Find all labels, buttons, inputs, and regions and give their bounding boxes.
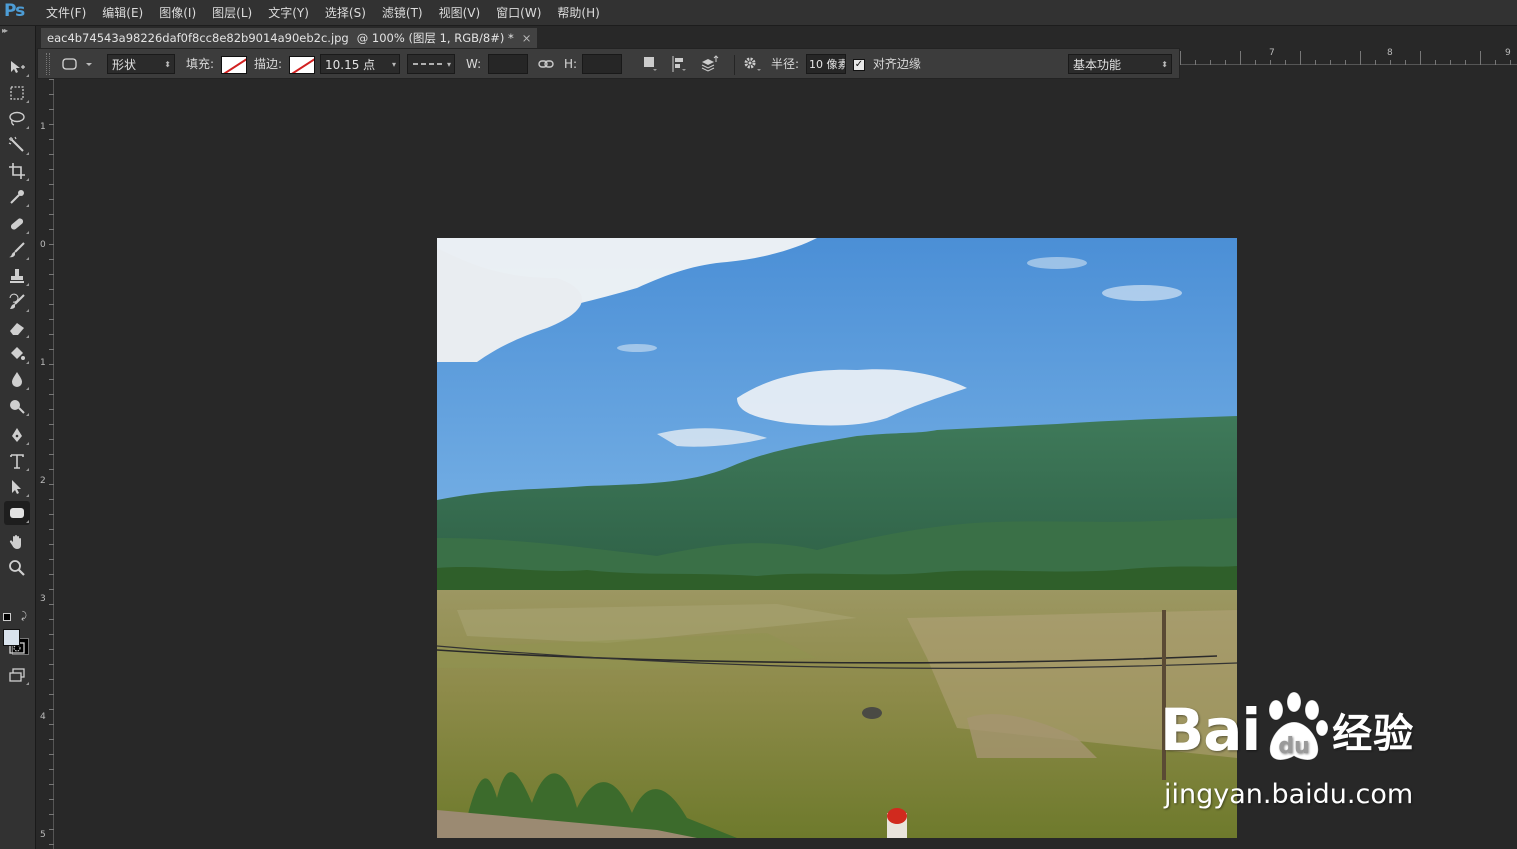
document-filename: eac4b74543a98226daf0f8cc8e82b9014a90eb2c… <box>47 31 349 45</box>
stroke-width-value: 10.15 点 <box>325 58 376 72</box>
align-edges-label: 对齐边缘 <box>872 57 921 71</box>
path-alignment-icon[interactable] <box>671 55 687 75</box>
pen-tool-icon[interactable] <box>4 423 30 447</box>
ruler-vertical: 1 0 1 2 3 4 5 <box>37 79 54 849</box>
geometry-options-gear-icon[interactable] <box>742 55 762 75</box>
menu-view[interactable]: 视图(V) <box>431 0 489 26</box>
ruler-label-1a: 1 <box>40 122 46 132</box>
align-edges-checkbox[interactable]: ✓ 对齐边缘 <box>853 54 921 74</box>
history-brush-tool-icon[interactable] <box>4 290 30 314</box>
ruler-label-1b: 1 <box>40 358 46 368</box>
menu-layer[interactable]: 图层(L) <box>204 0 260 26</box>
healing-brush-tool-icon[interactable] <box>4 212 30 236</box>
default-colors-icon[interactable] <box>3 613 11 621</box>
watermark-brand-left: Bai <box>1160 696 1261 764</box>
height-input[interactable] <box>582 54 622 74</box>
tool-mode-dropdown[interactable]: 形状 ⬍ <box>107 54 175 74</box>
watermark-brand-right: 经验 <box>1332 711 1415 757</box>
panel-collapse-icon[interactable]: ▸▸ <box>2 26 8 35</box>
baidu-paw-icon: du <box>1268 691 1329 761</box>
clone-stamp-tool-icon[interactable] <box>4 264 30 288</box>
magic-wand-tool-icon[interactable] <box>4 133 30 157</box>
ruler-horizontal: 7 8 9 <box>1180 48 1517 65</box>
ruler-label-5: 5 <box>40 830 46 840</box>
menu-items: 文件(F) 编辑(E) 图像(I) 图层(L) 文字(Y) 选择(S) 滤镜(T… <box>38 0 608 26</box>
brush-tool-icon[interactable] <box>4 238 30 262</box>
radius-label: 半径: <box>771 57 800 71</box>
dodge-tool-icon[interactable] <box>4 394 30 418</box>
width-input[interactable] <box>488 54 528 74</box>
tools-panel: ▸▸ ⤸ <box>0 26 36 849</box>
fill-label: 填充: <box>186 57 215 71</box>
stroke-width-field[interactable]: 10.15 点 ▾ <box>320 54 400 74</box>
stroke-label: 描边: <box>254 57 283 71</box>
document-tab[interactable]: eac4b74543a98226daf0f8cc8e82b9014a90eb2c… <box>41 28 538 48</box>
blur-tool-icon[interactable] <box>4 368 30 392</box>
tool-preset-picker[interactable] <box>62 57 92 77</box>
ruler-label-0: 0 <box>40 240 46 250</box>
workspace-value: 基本功能 <box>1073 58 1122 72</box>
options-divider <box>734 55 735 75</box>
radius-input[interactable]: 10 像素 <box>806 54 846 74</box>
screen-mode-icon[interactable] <box>4 663 30 687</box>
menu-bar: Ps 文件(F) 编辑(E) 图像(I) 图层(L) 文字(Y) 选择(S) 滤… <box>0 0 1517 26</box>
eyedropper-tool-icon[interactable] <box>4 185 30 209</box>
landscape-photo <box>437 238 1237 838</box>
stroke-type-dropdown[interactable]: ▾ <box>407 54 455 74</box>
type-tool-icon[interactable] <box>4 449 30 473</box>
menu-select[interactable]: 选择(S) <box>317 0 374 26</box>
ruler-vertical-ticks <box>49 79 54 845</box>
watermark-brand: Bai du 经验 <box>1160 685 1414 775</box>
ruler-label-2: 2 <box>40 476 46 486</box>
menu-file[interactable]: 文件(F) <box>38 0 94 26</box>
workspace-switcher-dropdown[interactable]: 基本功能 ⬍ <box>1068 54 1172 74</box>
checkbox-check-icon: ✓ <box>853 58 865 71</box>
stroke-dash-icon <box>413 63 442 65</box>
watermark-url: jingyan.baidu.com <box>1164 779 1414 810</box>
move-tool-icon[interactable] <box>4 55 30 79</box>
document-tab-bar: eac4b74543a98226daf0f8cc8e82b9014a90eb2c… <box>37 26 1517 48</box>
foreground-color-swatch[interactable] <box>3 629 20 646</box>
rounded-rectangle-tool-icon[interactable] <box>4 501 30 525</box>
menu-filter[interactable]: 滤镜(T) <box>374 0 431 26</box>
baidu-jingyan-watermark: Bai du 经验 jingyan.baidu.com <box>1160 685 1450 820</box>
ruler-label-4: 4 <box>40 712 46 722</box>
photoshop-window: Ps 文件(F) 编辑(E) 图像(I) 图层(L) 文字(Y) 选择(S) 滤… <box>0 0 1517 849</box>
document-info: @ 100% (图层 1, RGB/8#) * <box>356 31 514 45</box>
tool-mode-value: 形状 <box>112 58 137 72</box>
ruler-label-3: 3 <box>40 594 46 604</box>
ruler-label-7: 7 <box>1269 48 1275 58</box>
document-canvas-image[interactable] <box>437 238 1237 838</box>
eraser-tool-icon[interactable] <box>4 316 30 340</box>
menu-type[interactable]: 文字(Y) <box>260 0 317 26</box>
hand-tool-icon[interactable] <box>4 530 30 554</box>
lasso-tool-icon[interactable] <box>4 107 30 131</box>
crop-tool-icon[interactable] <box>4 159 30 183</box>
swap-colors-icon[interactable]: ⤸ <box>21 611 27 622</box>
marquee-tool-icon[interactable] <box>4 81 30 105</box>
menu-help[interactable]: 帮助(H) <box>549 0 607 26</box>
app-logo: Ps <box>4 1 25 21</box>
path-arrangement-icon[interactable] <box>700 55 720 75</box>
menu-edit[interactable]: 编辑(E) <box>94 0 151 26</box>
svg-text:du: du <box>1279 734 1310 759</box>
ruler-label-8: 8 <box>1387 48 1393 58</box>
options-grip[interactable] <box>46 53 50 75</box>
stroke-swatch[interactable] <box>289 54 315 74</box>
close-tab-icon[interactable]: × <box>522 28 532 48</box>
rounded-rect-preset-icon <box>62 58 92 70</box>
path-selection-tool-icon[interactable] <box>4 475 30 499</box>
width-label: W: <box>466 57 482 71</box>
menu-window[interactable]: 窗口(W) <box>488 0 549 26</box>
fill-swatch[interactable] <box>221 54 247 74</box>
menu-image[interactable]: 图像(I) <box>151 0 204 26</box>
height-label: H: <box>564 57 578 71</box>
path-operations-icon[interactable] <box>642 55 658 75</box>
paint-bucket-tool-icon[interactable] <box>4 342 30 366</box>
ruler-horizontal-ticks <box>1180 51 1511 65</box>
link-dimensions-icon[interactable] <box>538 56 554 76</box>
zoom-tool-icon[interactable] <box>4 556 30 580</box>
tool-options-bar: 形状 ⬍ 填充: 描边: 10.15 点 ▾ ▾ W: H: 半径: 10 像素 ✓… <box>37 48 1180 79</box>
ruler-label-9: 9 <box>1505 48 1511 58</box>
